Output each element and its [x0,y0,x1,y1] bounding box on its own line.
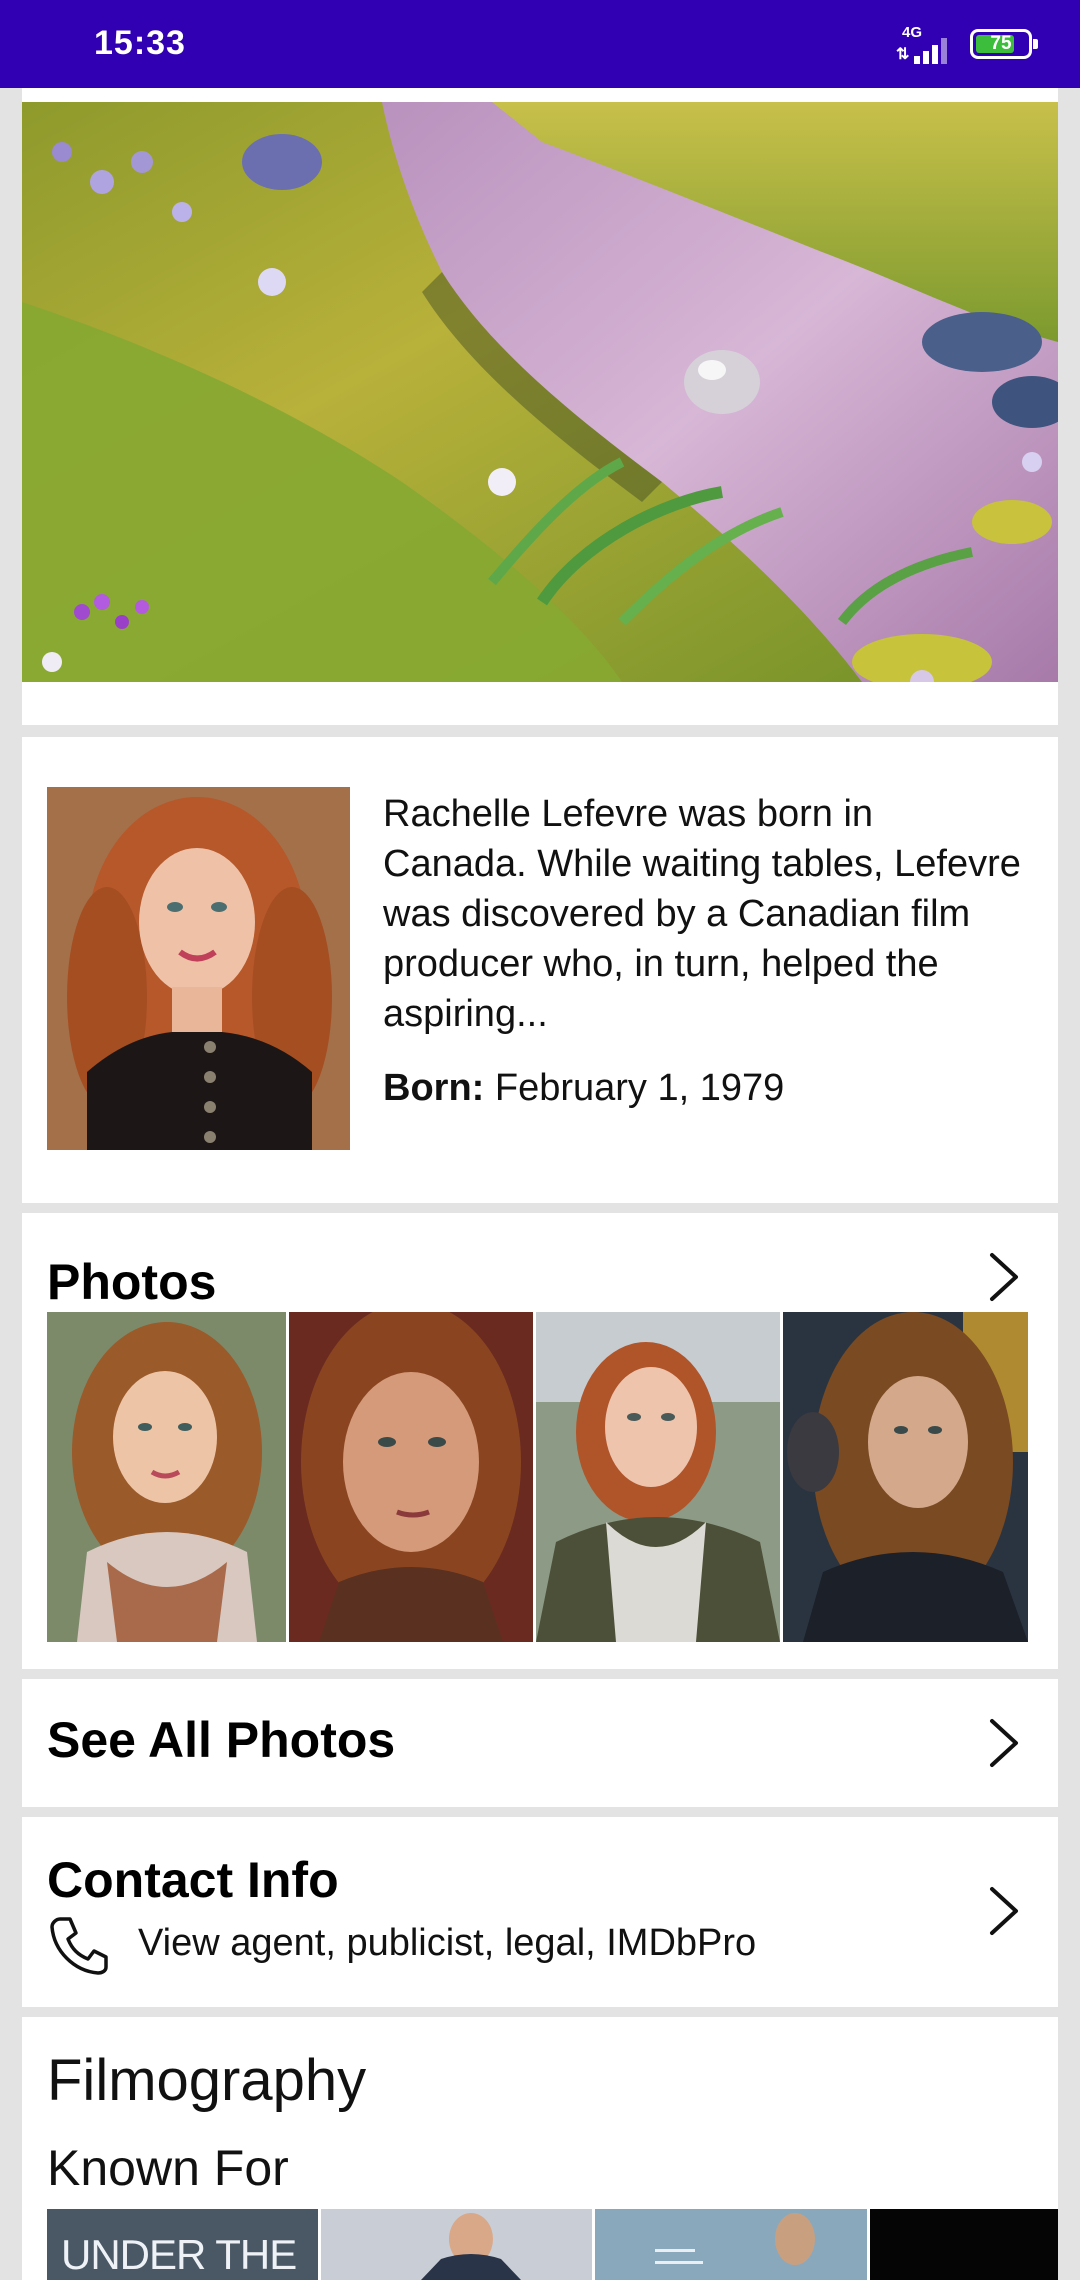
hero-image[interactable] [22,102,1058,772]
status-icons: 4G ⇅ 75 [896,22,1038,66]
filmography-card: Filmography Known For UNDER THE [22,2017,1058,2280]
photos-card: Photos [22,1213,1058,1669]
photo-thumbnail[interactable] [536,1312,780,1642]
photos-title[interactable]: Photos [47,1253,216,1311]
poster-thumbnail[interactable] [595,2209,867,2280]
photo-thumbnail[interactable] [783,1312,1028,1642]
poster-image [595,2209,867,2280]
status-bar: 15:33 4G ⇅ 75 [0,0,1080,88]
see-all-photos-card[interactable]: See All Photos [22,1679,1058,1807]
photo-thumbnail[interactable] [289,1312,533,1642]
battery-icon: 75 [970,29,1038,59]
photo-thumbnail-image [47,1312,286,1642]
contact-info-title[interactable]: Contact Info [47,1851,339,1909]
poster-thumbnail[interactable]: UNDER THE [47,2209,319,2280]
battery-tip [1033,39,1038,49]
poster-image [321,2209,593,2280]
known-for-strip: UNDER THE [47,2209,1058,2280]
known-for-title: Known For [47,2140,289,2196]
hero-meadow-image [22,102,1058,694]
born-label: Born: [383,1067,485,1109]
photo-strip [47,1312,1031,1642]
chevron-right-icon[interactable] [984,1883,1024,1939]
chevron-right-icon[interactable] [984,1249,1024,1305]
born-line: Born: February 1, 1979 [383,1067,784,1110]
battery-level: 75 [990,33,1012,54]
data-arrows-icon: ⇅ [896,46,910,63]
photo-thumbnail-image [536,1312,780,1642]
poster-title: UNDER THE [61,2231,297,2278]
headshot-image [47,787,350,1150]
phone-icon [50,1917,108,1975]
photo-thumbnail[interactable] [47,1312,286,1642]
filmography-title: Filmography [47,2048,367,2113]
born-value: February 1, 1979 [494,1067,785,1109]
poster-thumbnail[interactable] [869,2209,1058,2280]
poster-thumbnail[interactable] [321,2209,593,2280]
hero-card [22,88,1058,725]
chevron-right-icon[interactable] [984,1715,1024,1771]
see-all-photos-label[interactable]: See All Photos [47,1711,395,1769]
headshot-portrait [47,787,350,1150]
signal-bars-icon [914,38,947,64]
bio-text: Rachelle Lefevre was born in Canada. Whi… [383,793,1021,1035]
signal-icon: 4G ⇅ [896,24,952,64]
photo-thumbnail-image [289,1312,533,1642]
photo-thumbnail-image [783,1312,1028,1642]
bio-card[interactable]: Rachelle Lefevre was born in Canada. Whi… [22,737,1058,1203]
status-time: 15:33 [94,24,186,62]
contact-info-subtitle: View agent, publicist, legal, IMDbPro [138,1922,757,1964]
contact-info-card[interactable]: Contact Info View agent, publicist, lega… [22,1817,1058,2007]
